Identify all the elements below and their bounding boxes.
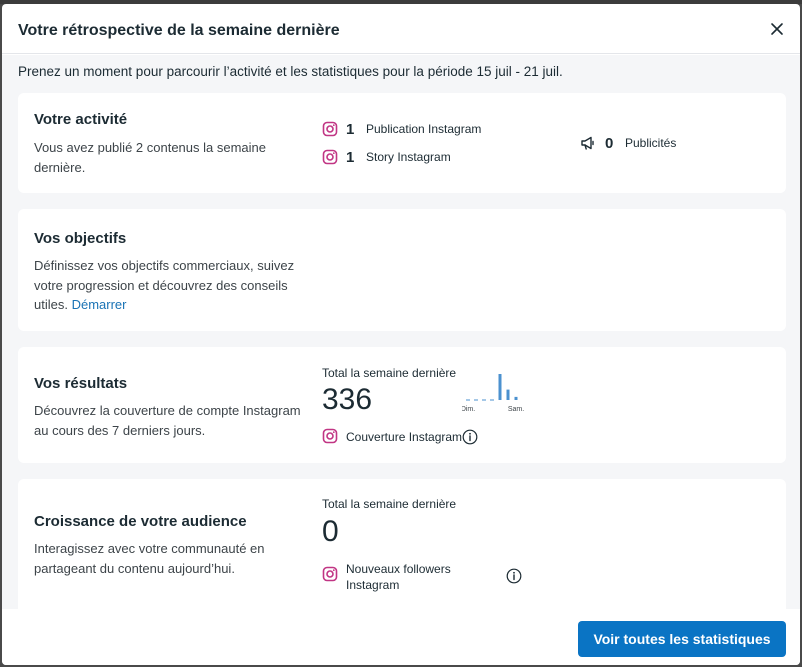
info-icon[interactable] [462,429,478,445]
results-metric-label: Couverture Instagram [346,430,463,444]
story-label: Story Instagram [366,150,451,164]
modal-footer: Voir toutes les statistiques [2,609,800,665]
results-title: Vos résultats [34,375,128,392]
goals-description: Définissez vos objectifs commerciaux, su… [34,256,309,315]
audience-card: Croissance de votre audience Interagisse… [18,479,786,609]
megaphone-icon [581,136,594,150]
results-description: Découvrez la couverture de compte Instag… [34,403,301,438]
goals-card: Vos objectifs Définissez vos objectifs c… [18,209,786,331]
start-link[interactable]: Démarrer [72,297,127,312]
view-all-stats-button[interactable]: Voir toutes les statistiques [578,621,786,657]
weekly-recap-modal: Votre rétrospective de la semaine derniè… [2,4,800,665]
audience-metric-label: Nouveaux followers Instagram [346,562,451,592]
audience-description: Interagissez avec votre communauté en pa… [34,541,265,576]
instagram-icon [322,149,338,165]
activity-description: Vous avez publié 2 contenus la semaine d… [34,140,266,175]
chart-bar [498,374,502,400]
results-total-label: Total la semaine dernière [322,366,457,380]
info-icon[interactable] [506,568,522,584]
goals-title: Vos objectifs [34,230,127,247]
activity-card: Votre activité Vous avez publié 2 conten… [18,93,786,193]
ads-label: Publicités [625,136,677,150]
instagram-icon [322,121,338,137]
audience-title: Croissance de votre audience [34,513,247,530]
reach-sparkline-chart: Dim. Sam. [462,374,524,413]
story-count: 1 [346,149,355,166]
modal-header: Votre rétrospective de la semaine derniè… [2,4,800,54]
chart-tick-label: Dim. [462,406,475,413]
chart-tick-label: Sam. [508,406,524,413]
publication-label: Publication Instagram [366,122,482,136]
chart-bar [514,396,518,400]
ads-count: 0 [605,135,614,152]
modal-subtitle: Prenez un moment pour parcourir l’activi… [18,64,563,79]
modal-title: Votre rétrospective de la semaine derniè… [18,22,340,39]
results-card: Vos résultats Découvrez la couverture de… [18,347,786,463]
instagram-icon [322,566,338,582]
modal-body[interactable]: Prenez un moment pour parcourir l’activi… [2,55,800,609]
audience-total-label: Total la semaine dernière [322,497,457,511]
instagram-icon [322,428,338,444]
chart-bar [506,389,510,400]
audience-value: 0 [322,515,339,548]
activity-title: Votre activité [34,111,128,128]
close-icon [771,23,783,35]
close-button[interactable] [768,20,786,38]
publication-count: 1 [346,121,355,138]
results-value: 336 [322,383,373,416]
